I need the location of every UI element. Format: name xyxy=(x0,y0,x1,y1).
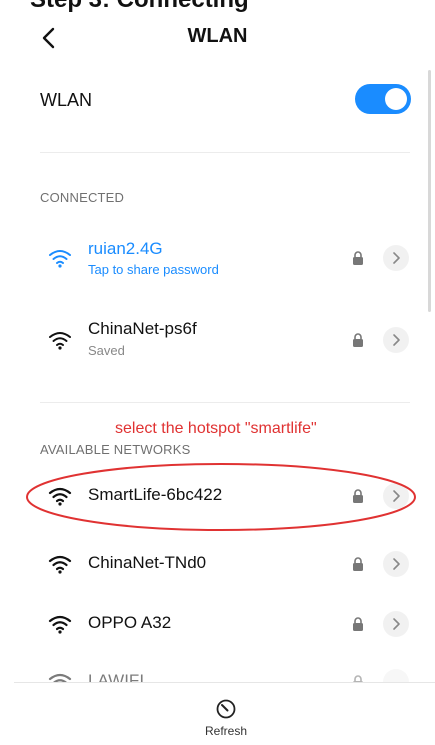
network-row-lawifi[interactable]: LAWIFI xyxy=(0,652,435,682)
lock-icon xyxy=(353,333,363,347)
network-details-button[interactable] xyxy=(383,245,409,271)
network-name: ruian2.4G xyxy=(88,239,163,258)
divider xyxy=(40,152,410,153)
toggle-knob xyxy=(385,88,407,110)
network-name: LAWIFI xyxy=(88,671,145,682)
network-details-button[interactable] xyxy=(383,551,409,577)
chevron-right-icon xyxy=(393,618,400,630)
network-details-button[interactable] xyxy=(383,327,409,353)
bottom-bar-divider xyxy=(14,682,435,683)
network-name: ChinaNet-ps6f xyxy=(88,319,197,338)
refresh-label: Refresh xyxy=(204,724,248,738)
refresh-button[interactable]: Refresh xyxy=(187,696,265,744)
wifi-icon xyxy=(49,332,71,350)
highlight-ellipse xyxy=(26,463,416,531)
lock-icon xyxy=(353,617,363,631)
network-row-chinanet-tnd0[interactable]: ChinaNet-TNd0 xyxy=(0,534,435,594)
network-details-button[interactable] xyxy=(383,669,409,682)
network-details-button[interactable] xyxy=(383,611,409,637)
wifi-icon xyxy=(48,615,72,634)
wlan-toggle-label: WLAN xyxy=(40,90,93,110)
top-caption: Step 3: Connecting xyxy=(30,0,249,14)
divider xyxy=(40,402,410,403)
network-subtitle: Saved xyxy=(88,343,125,358)
lock-icon xyxy=(353,251,363,265)
annotation-text: select the hotspot "smartlife" xyxy=(115,420,317,437)
wlan-toggle[interactable] xyxy=(355,84,411,114)
chevron-right-icon xyxy=(393,558,400,570)
wifi-icon xyxy=(48,673,72,682)
network-name: OPPO A32 xyxy=(88,613,172,632)
network-row-clip: LAWIFI xyxy=(0,652,435,682)
chevron-right-icon xyxy=(393,252,400,264)
available-section-header: AVAILABLE NETWORKS xyxy=(40,442,191,457)
wifi-icon xyxy=(48,555,72,574)
network-row-chinanet-ps6f[interactable]: ChinaNet-ps6f Saved xyxy=(0,310,435,370)
network-row-ruian[interactable]: ruian2.4G Tap to share password xyxy=(0,230,435,290)
network-subtitle: Tap to share password xyxy=(88,262,219,277)
wifi-icon xyxy=(49,250,71,268)
lock-icon xyxy=(353,675,363,682)
refresh-icon xyxy=(216,699,236,719)
network-name: ChinaNet-TNd0 xyxy=(88,553,207,572)
chevron-right-icon xyxy=(393,334,400,346)
network-row-oppo[interactable]: OPPO A32 xyxy=(0,594,435,654)
lock-icon xyxy=(353,557,363,571)
page-title: WLAN xyxy=(187,25,248,47)
connected-section-header: CONNECTED xyxy=(40,190,125,205)
